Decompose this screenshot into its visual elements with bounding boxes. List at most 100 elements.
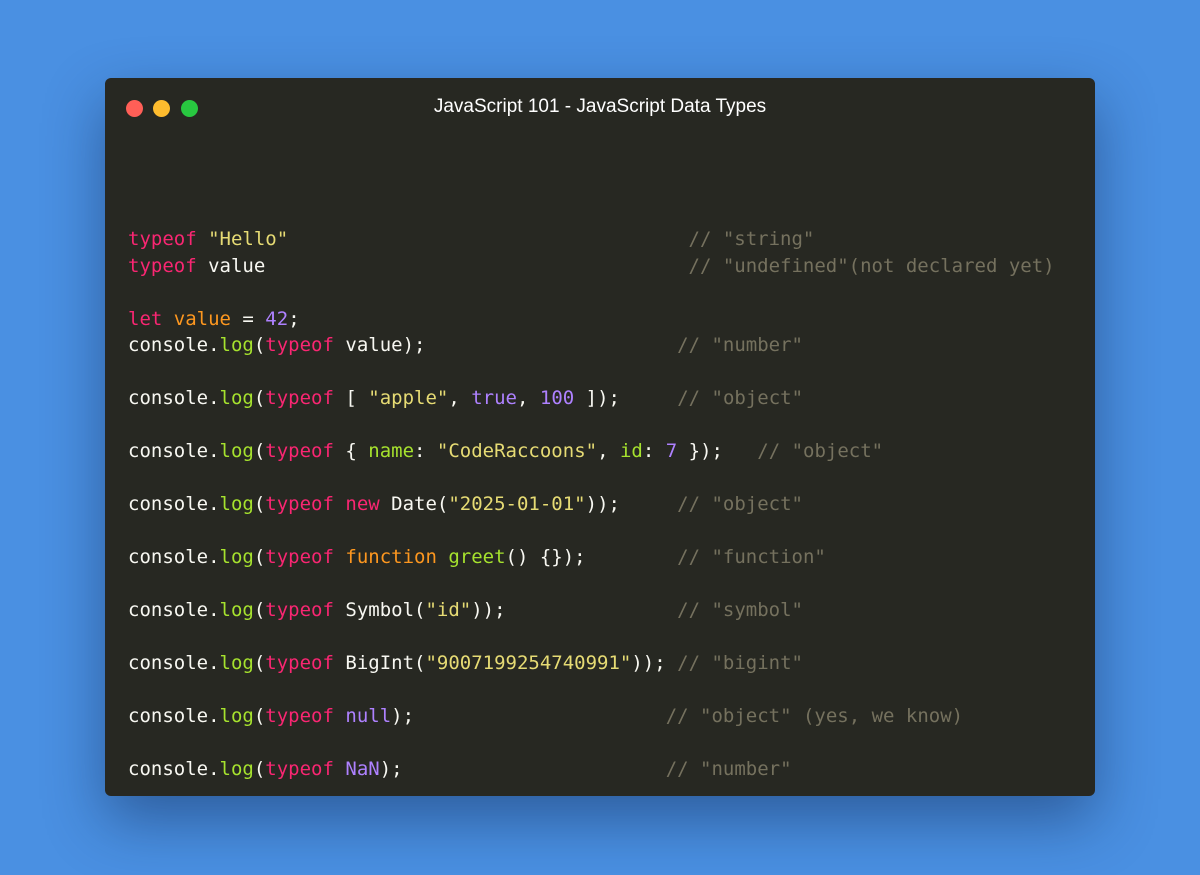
code-token: console. xyxy=(128,599,220,621)
code-token: ; xyxy=(288,307,300,330)
comment-token: // "object" (yes, we know) xyxy=(665,705,964,727)
code-token: Symbol( xyxy=(345,599,426,621)
comment-token: // "object" xyxy=(677,493,803,515)
code-line: console.log(typeof null); // "object" (y… xyxy=(128,703,1055,730)
code-token: ( xyxy=(253,334,266,356)
function-token: log xyxy=(219,599,254,621)
code-token: value); xyxy=(345,334,426,356)
comment-token: // "number" xyxy=(665,758,792,780)
keyword-token: typeof xyxy=(128,228,209,250)
window-title: JavaScript 101 - JavaScript Data Types xyxy=(433,96,767,117)
string-token: "Hello" xyxy=(208,228,289,250)
number-token: 100 xyxy=(539,387,575,409)
code-token: = xyxy=(230,307,266,330)
function-token: log xyxy=(219,493,254,515)
number-token: true xyxy=(471,387,517,409)
comment-token: // "object" xyxy=(757,440,884,462)
code-token: ( xyxy=(253,758,266,780)
variable-token: function xyxy=(345,546,449,568)
code-token: () {}); xyxy=(505,546,586,568)
code-token: ]); xyxy=(574,387,620,409)
code-token: ( xyxy=(253,387,266,409)
code-block: typeof "Hello" // "string" typeof value /… xyxy=(128,226,1055,796)
code-token: ( xyxy=(253,493,266,515)
comment-token: // "number" xyxy=(677,334,803,356)
comment-token: // "undefined"(not declared yet) xyxy=(688,254,1055,277)
code-token: console. xyxy=(128,652,220,674)
function-token: log xyxy=(219,334,254,356)
code-line: console.log(typeof BigInt("9007199254740… xyxy=(128,650,1055,677)
keyword-token: typeof xyxy=(265,387,346,409)
code-window: JavaScript 101 - JavaScript Data Types t… xyxy=(105,78,1095,796)
code-token: ); xyxy=(379,758,403,780)
comment-token: // "bigint" xyxy=(677,652,803,674)
code-token: console. xyxy=(128,758,220,780)
function-token: log xyxy=(219,546,254,568)
code-token: console. xyxy=(128,546,220,568)
comment-token: // "string" xyxy=(688,228,815,250)
keyword-token: typeof xyxy=(265,599,346,621)
code-token: : xyxy=(642,440,666,462)
string-token: "9007199254740991" xyxy=(425,652,632,674)
keyword-token: typeof xyxy=(265,705,346,727)
keyword-token: typeof xyxy=(265,758,346,780)
code-line: console.log(typeof value); // "number" xyxy=(128,332,1055,359)
code-token: BigInt( xyxy=(345,652,426,674)
title-bar: JavaScript 101 - JavaScript Data Types xyxy=(105,78,1095,138)
keyword-token: let xyxy=(128,307,174,330)
keyword-token: typeof xyxy=(265,652,346,674)
code-token: console. xyxy=(128,387,220,409)
variable-token: value xyxy=(173,307,231,330)
code-line: console.log(typeof Symbol("id")); // "sy… xyxy=(128,597,1055,624)
code-line: console.log(typeof new Date("2025-01-01"… xyxy=(128,491,1055,518)
code-token: ( xyxy=(253,705,266,727)
string-token: "apple" xyxy=(368,387,449,409)
code-token: , xyxy=(597,440,620,462)
string-token: "2025-01-01" xyxy=(448,493,586,515)
keyword-token: typeof xyxy=(265,493,346,515)
comment-token: // "symbol" xyxy=(677,599,803,621)
code-token: [ xyxy=(345,387,369,409)
code-token: console. xyxy=(128,493,220,515)
code-token: console. xyxy=(128,440,220,462)
code-token: )); xyxy=(585,493,620,515)
function-token: log xyxy=(219,758,254,780)
keyword-token: new xyxy=(345,493,392,515)
keyword-token: typeof xyxy=(128,254,209,277)
number-token: null xyxy=(345,705,392,727)
function-token: log xyxy=(219,705,254,727)
code-token: , xyxy=(448,387,472,409)
code-token: ( xyxy=(253,599,266,621)
string-token: "CodeRaccoons" xyxy=(436,440,598,462)
code-line: console.log(typeof { name: "CodeRaccoons… xyxy=(128,438,1055,465)
code-token: ( xyxy=(253,440,266,462)
string-token: "id" xyxy=(425,599,472,621)
code-token: )); xyxy=(471,599,506,621)
code-token: }); xyxy=(677,440,723,462)
code-line: console.log(typeof [ "apple", true, 100 … xyxy=(128,385,1055,412)
code-token: console. xyxy=(128,334,220,356)
keyword-token: typeof xyxy=(265,440,346,462)
code-token: )); xyxy=(631,652,678,674)
function-token: log xyxy=(219,440,254,462)
function-token: greet xyxy=(448,546,506,568)
function-token: log xyxy=(219,387,254,409)
function-token: id xyxy=(619,440,643,462)
code-token: value xyxy=(208,254,266,277)
code-line: console.log(typeof NaN); // "number" xyxy=(128,756,1055,783)
number-token: NaN xyxy=(345,758,380,780)
